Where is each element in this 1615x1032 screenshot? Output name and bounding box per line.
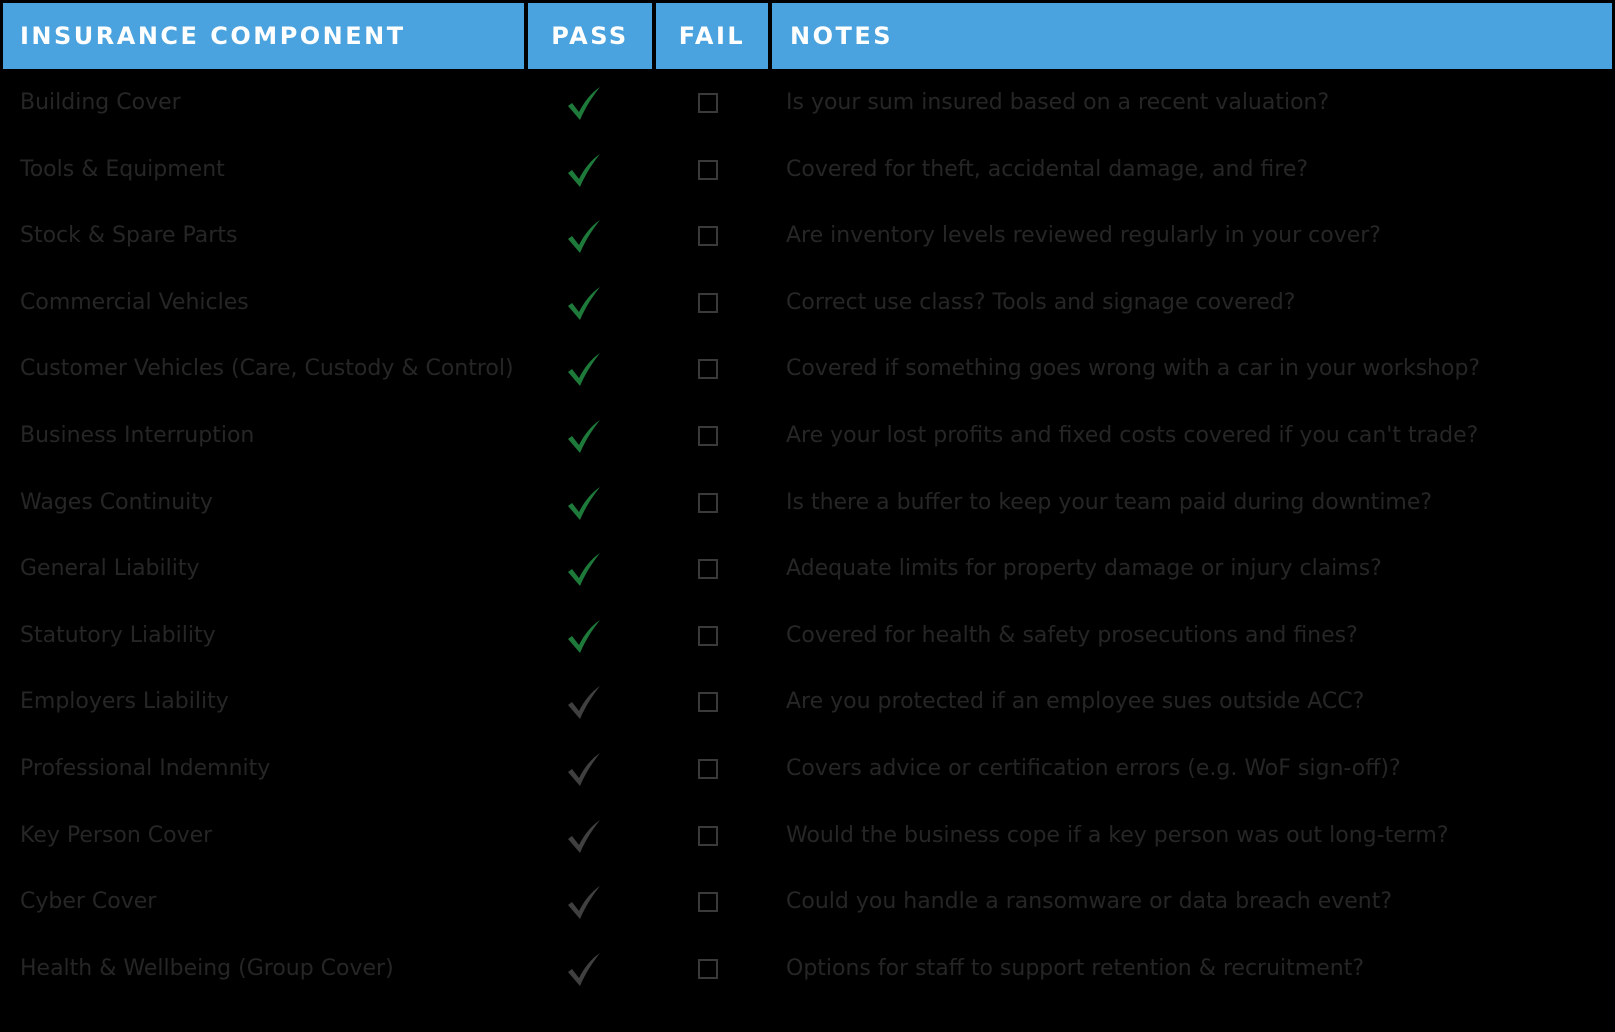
notes-text: Would the business cope if a key person … xyxy=(786,822,1449,848)
pass-checkmark-icon xyxy=(568,753,600,786)
insurance-component-label: Wages Continuity xyxy=(20,489,213,515)
notes-text: Are you protected if an employee sues ou… xyxy=(786,689,1365,715)
insurance-component-label: Health & Wellbeing (Group Cover) xyxy=(20,955,394,981)
table-header: INSURANCE COMPONENT PASS FAIL NOTES xyxy=(3,3,1612,69)
insurance-component-label: Stock & Spare Parts xyxy=(20,223,238,249)
table-row: Statutory Liability Covered for health & … xyxy=(0,602,1615,670)
pass-checkmark-icon xyxy=(568,686,600,720)
notes-text: Covered for health & safety prosecutions… xyxy=(786,622,1358,648)
insurance-component-label: Cyber Cover xyxy=(20,889,157,915)
pass-checkmark-icon xyxy=(568,286,600,320)
fail-checkbox[interactable] xyxy=(698,625,718,646)
notes-text: Correct use class? Tools and signage cov… xyxy=(786,289,1296,315)
pass-checkmark-icon xyxy=(568,153,600,187)
table-row: Employers Liability Are you protected if … xyxy=(0,668,1615,736)
fail-checkbox[interactable] xyxy=(698,559,718,580)
insurance-component-label: Key Person Cover xyxy=(20,822,213,848)
fail-checkbox[interactable] xyxy=(698,426,718,446)
notes-text: Covers advice or certification errors (e… xyxy=(786,756,1401,781)
table-row: Stock & Spare Parts Are inventory levels … xyxy=(0,202,1615,270)
fail-checkbox[interactable] xyxy=(698,692,718,713)
fail-checkbox[interactable] xyxy=(698,825,718,846)
table-row: Key Person Cover Would the business cope … xyxy=(0,802,1615,870)
table-row: General Liability Adequate limits for pro… xyxy=(0,535,1615,603)
notes-text: Covered if something goes wrong with a c… xyxy=(786,356,1481,382)
pass-checkmark-icon xyxy=(568,952,600,986)
table-row: Building Cover Is your sum insured based … xyxy=(0,69,1615,137)
fail-checkbox[interactable] xyxy=(698,292,718,313)
fail-checkbox[interactable] xyxy=(698,759,718,779)
notes-text: Are inventory levels reviewed regularly … xyxy=(786,223,1381,249)
insurance-component-label: Building Cover xyxy=(20,90,181,115)
insurance-component-label: Professional Indemnity xyxy=(20,756,271,781)
insurance-checklist-table: INSURANCE COMPONENT PASS FAIL NOTES Buil… xyxy=(0,0,1615,1032)
insurance-component-label: Tools & Equipment xyxy=(20,156,225,182)
pass-checkmark-icon xyxy=(568,619,600,653)
table-row: Business Interruption Are your lost profi… xyxy=(0,402,1615,470)
table-row: Wages Continuity Is there a buffer to kee… xyxy=(0,469,1615,537)
fail-checkbox[interactable] xyxy=(698,93,718,113)
header-pass: PASS xyxy=(528,3,652,69)
insurance-component-label: Commercial Vehicles xyxy=(20,289,249,315)
header-notes: NOTES xyxy=(772,3,1612,69)
notes-text: Could you handle a ransomware or data br… xyxy=(786,889,1393,915)
insurance-component-label: General Liability xyxy=(20,556,200,582)
pass-checkmark-icon xyxy=(568,87,600,120)
pass-checkmark-icon xyxy=(568,486,600,520)
insurance-component-label: Business Interruption xyxy=(20,423,255,448)
table-row: Cyber Cover Could you handle a ransomware… xyxy=(0,868,1615,936)
fail-checkbox[interactable] xyxy=(698,359,718,380)
insurance-component-label: Employers Liability xyxy=(20,689,229,715)
pass-checkmark-icon xyxy=(568,553,600,587)
notes-text: Covered for theft, accidental damage, an… xyxy=(786,156,1309,182)
table-row: Commercial Vehicles Correct use class? To… xyxy=(0,269,1615,337)
notes-text: Adequate limits for property damage or i… xyxy=(786,556,1382,582)
notes-text: Are your lost profits and fixed costs co… xyxy=(786,423,1479,448)
pass-checkmark-icon xyxy=(568,886,600,920)
fail-checkbox[interactable] xyxy=(698,159,718,180)
pass-checkmark-icon xyxy=(568,353,600,387)
pass-checkmark-icon xyxy=(568,420,600,453)
notes-text: Options for staff to support retention &… xyxy=(786,955,1364,981)
fail-checkbox[interactable] xyxy=(698,892,718,913)
header-insurance-component: INSURANCE COMPONENT xyxy=(3,3,524,69)
header-fail: FAIL xyxy=(656,3,768,69)
pass-checkmark-icon xyxy=(568,220,600,254)
table-row: Tools & Equipment Covered for theft, acci… xyxy=(0,136,1615,204)
pass-checkmark-icon xyxy=(568,819,600,853)
notes-text: Is there a buffer to keep your team paid… xyxy=(786,489,1433,515)
notes-text: Is your sum insured based on a recent va… xyxy=(786,90,1330,115)
table-row: Health & Wellbeing (Group Cover) Options … xyxy=(0,935,1615,1003)
table-row: Professional Indemnity Covers advice or c… xyxy=(0,735,1615,803)
fail-checkbox[interactable] xyxy=(698,226,718,247)
insurance-component-label: Statutory Liability xyxy=(20,622,216,648)
table-row: Customer Vehicles (Care, Custody & Contr… xyxy=(0,335,1615,403)
fail-checkbox[interactable] xyxy=(698,958,718,979)
fail-checkbox[interactable] xyxy=(698,492,718,513)
insurance-component-label: Customer Vehicles (Care, Custody & Contr… xyxy=(20,356,514,382)
